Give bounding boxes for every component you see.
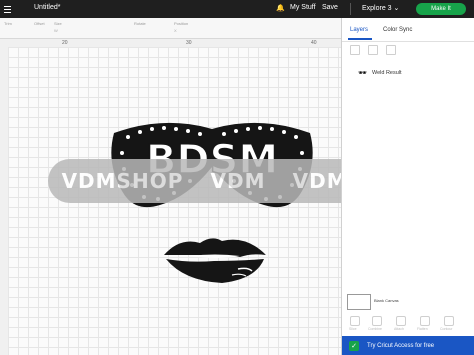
tab-layers[interactable]: Layers [350, 27, 368, 33]
ungroup-icon[interactable] [368, 45, 378, 55]
edit-toolbar: Trim Offset Size W Rotate Position X [0, 18, 341, 39]
layer-item[interactable]: 🕶 Weld Result [348, 64, 470, 84]
attach-icon[interactable] [396, 316, 406, 326]
chevron-down-icon: ⌄ [393, 5, 400, 12]
flatten-icon[interactable] [420, 316, 430, 326]
slice-icon[interactable] [350, 316, 360, 326]
top-bar: Untitled* 🔔 My Stuff Save Explore 3 ⌄ Ma… [0, 0, 474, 18]
toolbar-label-size: Size [54, 21, 62, 26]
watermark-text: VDM [210, 169, 266, 193]
size-width-field[interactable]: W [54, 28, 58, 33]
combine-label: Combine [368, 327, 383, 331]
tab-color-sync[interactable]: Color Sync [383, 27, 412, 33]
position-x-field[interactable]: X [174, 28, 177, 33]
weld-icon: 🕶 [358, 70, 367, 77]
flatten-label: Flatten [417, 327, 428, 331]
my-stuff-link[interactable]: My Stuff [290, 4, 316, 11]
hamburger-menu-icon[interactable] [0, 0, 18, 18]
cricut-access-banner[interactable]: ✓ Try Cricut Access for free [342, 336, 474, 355]
project-selector[interactable]: Explore 3 ⌄ [362, 4, 399, 12]
contour-icon[interactable] [444, 316, 454, 326]
watermark-text: VDMSHOP [61, 169, 184, 193]
project-selector-label: Explore 3 [362, 5, 392, 12]
watermark-band: VDMSHOP VDM VDMSHOP [48, 159, 341, 203]
layer-item-label: Weld Result [372, 70, 402, 76]
watermark-text: VDMSHOP [292, 169, 341, 193]
access-banner-text: Try Cricut Access for free [367, 342, 435, 349]
attach-label: Attach [394, 327, 404, 331]
blank-canvas-label: Blank Canvas [374, 298, 399, 303]
active-tab-indicator [348, 38, 372, 40]
ruler-mark: 30 [186, 40, 192, 46]
toolbar-label-rotate: Rotate [134, 21, 146, 26]
document-title[interactable]: Untitled* [34, 4, 60, 11]
save-button[interactable]: Save [322, 4, 338, 11]
topbar-divider [350, 3, 351, 15]
group-icon[interactable] [350, 45, 360, 55]
layers-panel: Layers Color Sync 🕶 Weld Result Blank Ca… [341, 18, 474, 355]
bell-icon[interactable]: 🔔 [276, 4, 285, 12]
ruler-mark: 40 [311, 40, 317, 46]
ruler-mark: 20 [62, 40, 68, 46]
toolbar-label-offset: Offset [34, 21, 45, 26]
layers-list: 🕶 Weld Result [348, 64, 470, 294]
panel-divider [342, 41, 474, 42]
design-canvas[interactable]: BDSM VDMSHOP VDM VDMSHOP [8, 47, 341, 355]
duplicate-icon[interactable] [386, 45, 396, 55]
blank-canvas-swatch[interactable] [347, 294, 371, 310]
checkmark-icon: ✓ [349, 340, 359, 351]
make-it-button[interactable]: Make It [416, 3, 466, 15]
lips-design[interactable] [160, 233, 270, 285]
toolbar-label-position: Position [174, 21, 189, 26]
combine-icon[interactable] [372, 316, 382, 326]
contour-label: Contour [440, 327, 453, 331]
toolbar-label-trim: Trim [4, 21, 12, 26]
slice-label: Slice [349, 327, 357, 331]
